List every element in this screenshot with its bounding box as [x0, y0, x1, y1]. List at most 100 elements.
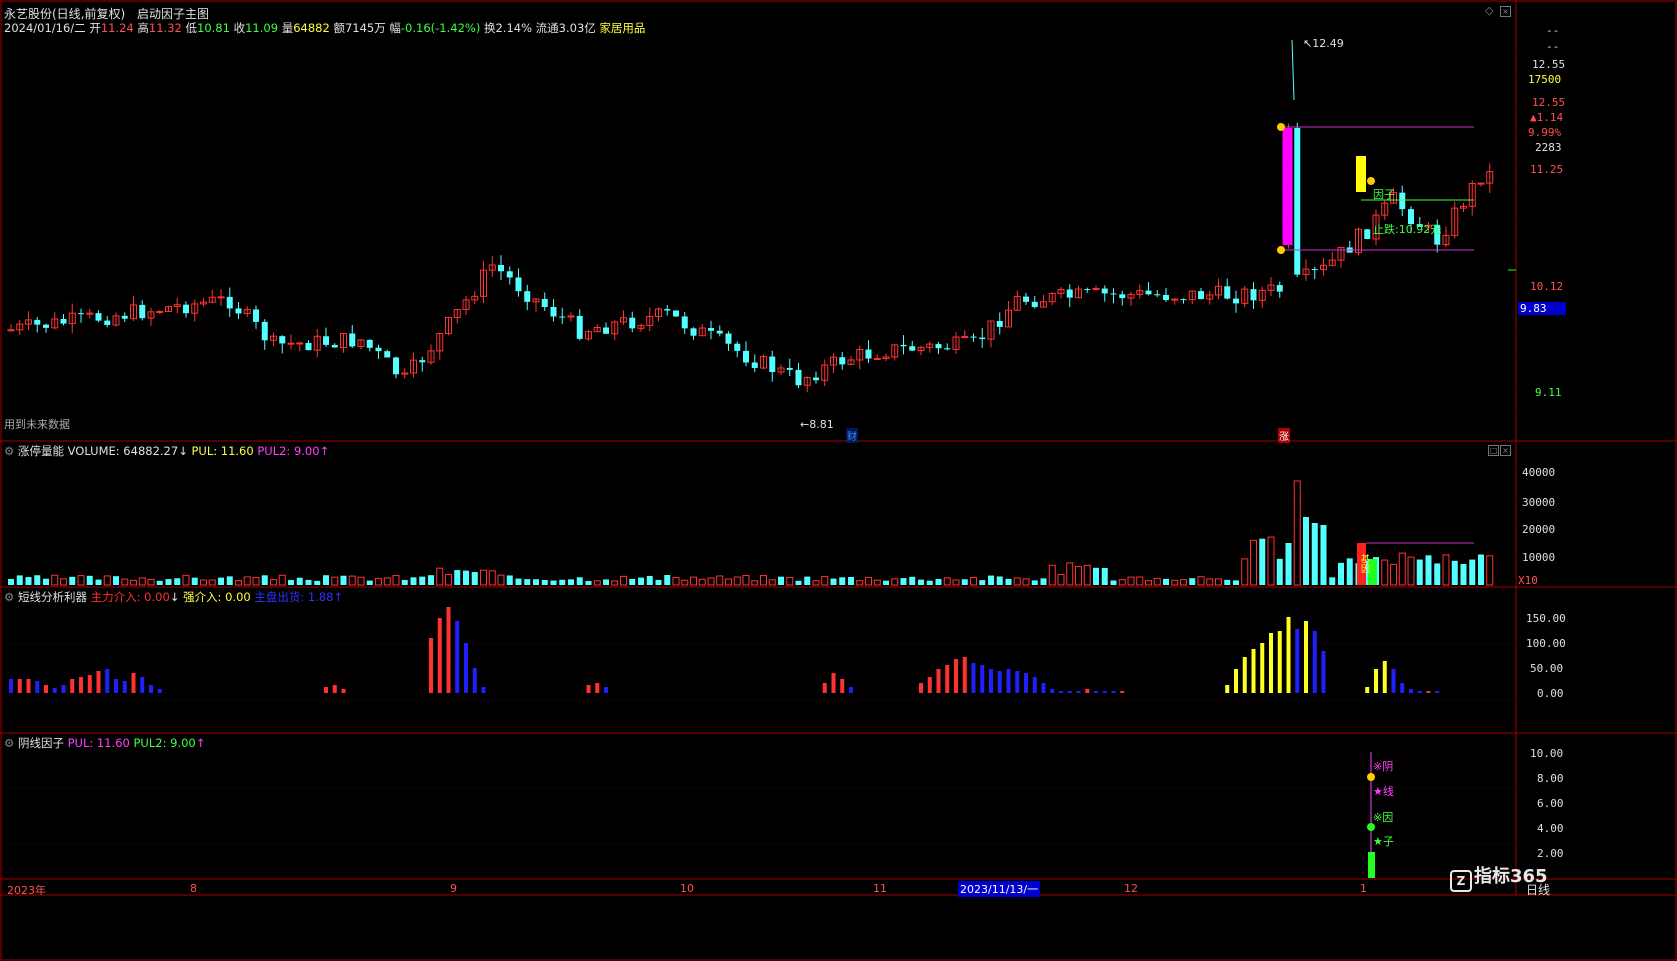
volume-bar — [952, 579, 960, 586]
short-bar — [1111, 691, 1116, 693]
diamond-icon[interactable]: ◇ — [1485, 4, 1493, 17]
yin-signal-bar — [1368, 852, 1375, 878]
volume-bar — [1469, 559, 1476, 585]
candle-body — [498, 264, 504, 272]
volume-bar — [1398, 552, 1406, 586]
gear-icon[interactable]: ⚙ — [4, 444, 14, 458]
candle-body — [1364, 229, 1371, 239]
short-bar — [44, 685, 48, 693]
chg-value: -0.16(-1.42%) — [400, 21, 481, 35]
candle-body — [323, 336, 329, 345]
float-label: 流通 — [535, 21, 559, 35]
close-label: 收 — [233, 21, 246, 35]
volume-bar — [323, 575, 329, 585]
volume-bar — [51, 574, 59, 586]
candle-body — [550, 306, 557, 317]
strong-in-value: 强介入: 0.00 — [183, 590, 251, 604]
candle-body — [839, 357, 846, 365]
watermark-text: 指标365 — [1474, 866, 1548, 887]
sector-tag[interactable]: 家居用品 — [599, 21, 645, 35]
volume-bar — [1311, 523, 1318, 585]
volume-bar — [1110, 580, 1117, 585]
volume-bar — [533, 579, 539, 585]
volume-bar — [191, 577, 198, 585]
volume-bar — [1040, 578, 1047, 585]
volume-bar — [830, 578, 837, 585]
candle-body — [253, 309, 259, 322]
short-bar — [1382, 661, 1387, 693]
panel-close-icon[interactable]: × — [1500, 445, 1511, 456]
vol-axis-20000: 20000 — [1522, 523, 1556, 536]
candle-body — [541, 298, 548, 307]
yin-axis-10: 10.00 — [1530, 747, 1564, 760]
low-value: 10.81 — [197, 21, 230, 35]
yin-panel-name[interactable]: 阴线因子 — [18, 736, 64, 750]
vol-panel-volume: VOLUME: 64882.27 — [67, 444, 179, 458]
stop-fall-label: 止跌:10.92元 — [1373, 223, 1442, 236]
volume-bar — [655, 579, 662, 585]
volume-bar — [988, 575, 994, 585]
yin-axis-8: 8.00 — [1537, 772, 1564, 785]
short-panel-name[interactable]: 短线分析利器 — [18, 590, 87, 604]
turn-label: 换 — [483, 21, 496, 35]
volume-bar — [873, 579, 881, 586]
volume-bar — [603, 579, 609, 585]
volume-bar — [943, 577, 951, 586]
volume-bar — [506, 575, 513, 585]
candle-body — [716, 330, 723, 334]
main-out-value: 主盘出货: 1.88 — [254, 590, 334, 604]
vol-panel-name[interactable]: 涨停量能 — [18, 444, 64, 458]
candle-body — [1154, 294, 1161, 296]
volume-bar — [436, 567, 444, 586]
short-bar — [1260, 643, 1265, 693]
volume-bar — [1486, 555, 1494, 586]
gear-icon[interactable]: ⚙ — [4, 736, 14, 750]
volume-bar — [103, 575, 111, 586]
short-bar — [105, 669, 110, 693]
volume-bar — [1329, 577, 1336, 585]
finance-badge[interactable]: 财 — [846, 428, 858, 443]
cursor-price-tag[interactable]: 9.83 — [1518, 302, 1566, 315]
close-icon[interactable]: × — [1500, 6, 1511, 17]
gear-icon[interactable]: ⚙ — [4, 590, 14, 604]
volume-bar — [795, 580, 802, 585]
open-value: 11.24 — [100, 21, 134, 35]
vol-unit: X10 — [1518, 574, 1538, 587]
candle-body — [1233, 298, 1239, 304]
candle-body — [121, 315, 128, 319]
short-bar — [1391, 669, 1396, 693]
volume-bar — [471, 572, 478, 585]
candle-body — [296, 342, 304, 345]
candle-body — [419, 360, 426, 363]
candle-body — [559, 316, 566, 318]
limit-up-badge[interactable]: 涨 — [1278, 428, 1290, 443]
vol-panel-header: ⚙ 涨停量能 VOLUME: 64882.27↓ PUL: 11.60 PUL2… — [4, 444, 330, 458]
chart-canvas[interactable] — [0, 0, 1677, 961]
short-bar — [1024, 673, 1028, 693]
volume-bar — [1478, 554, 1484, 585]
volume-bar — [488, 570, 496, 586]
price-axis-top-2: -- — [1546, 40, 1560, 53]
short-bar — [1400, 683, 1405, 693]
panel-restore-icon[interactable]: □ — [1488, 445, 1499, 456]
vol-label: 量 — [281, 21, 294, 35]
main-indicator-name[interactable]: 启动因子主图 — [137, 7, 209, 21]
candle-body — [515, 277, 522, 292]
volume-bar — [165, 579, 172, 585]
volume-bar — [95, 579, 102, 585]
short-bar — [1435, 691, 1440, 693]
volume-bar — [681, 579, 689, 586]
short-bar — [1409, 689, 1413, 693]
volume-bar — [331, 576, 339, 586]
volume-bar — [130, 579, 137, 586]
volume-bar — [900, 578, 907, 585]
turn-value: 2.14% — [495, 21, 533, 35]
candle-body — [78, 313, 84, 315]
short-bar — [1417, 691, 1422, 693]
open-label: 开 — [89, 21, 101, 35]
short-bar — [1050, 689, 1055, 693]
volume-bar — [69, 576, 76, 585]
volume-bar — [1425, 555, 1432, 585]
time-cursor-tag[interactable]: 2023/11/13/一 — [958, 881, 1041, 897]
candle-body — [384, 351, 391, 358]
